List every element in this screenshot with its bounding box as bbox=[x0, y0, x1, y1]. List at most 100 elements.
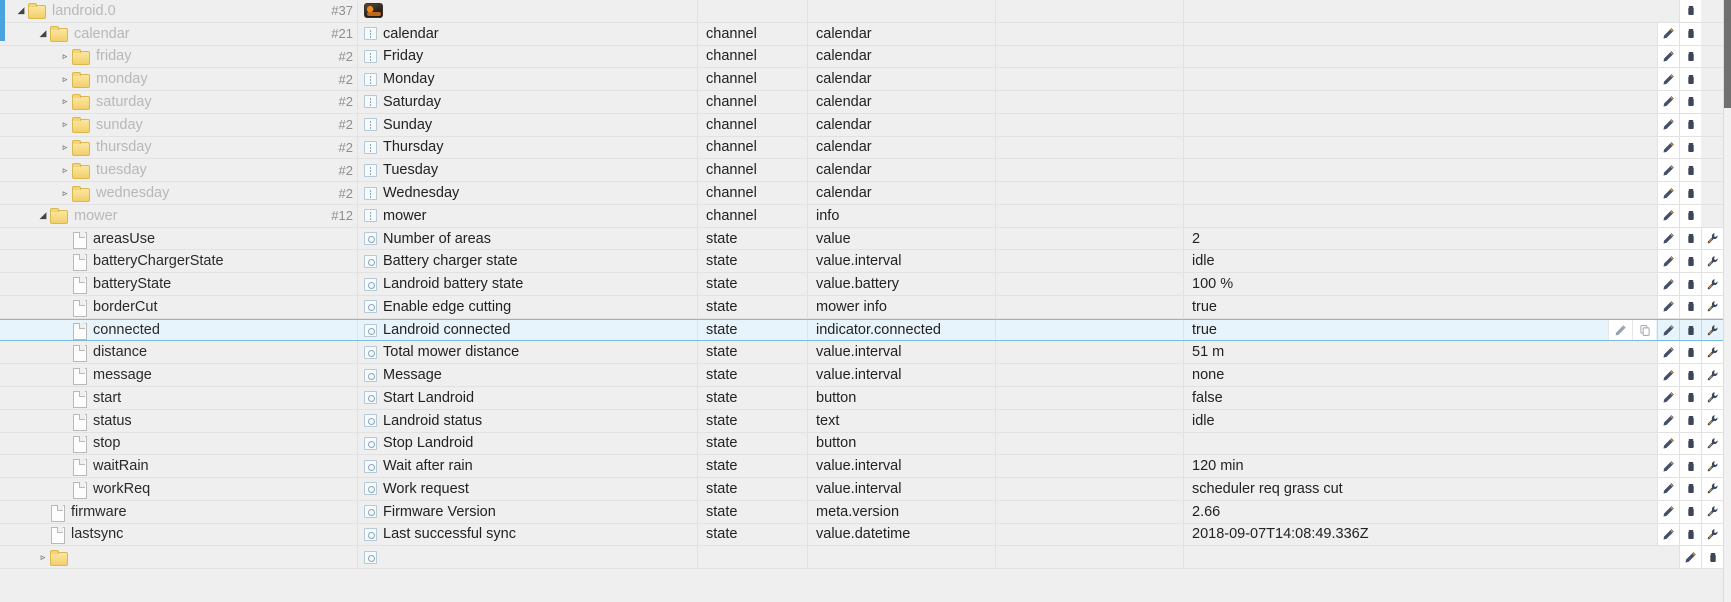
edit-object-button[interactable] bbox=[1657, 409, 1679, 432]
settings-object-button[interactable] bbox=[1701, 523, 1723, 546]
table-row[interactable]: batteryState Landroid battery state state v… bbox=[0, 273, 1723, 296]
table-row[interactable]: ◢ calendar #21 calendar channel calendar bbox=[0, 22, 1723, 46]
chevron-down-icon[interactable]: ◢ bbox=[36, 205, 50, 227]
edit-object-button[interactable] bbox=[1657, 91, 1679, 113]
edit-object-button[interactable] bbox=[1657, 455, 1679, 478]
table-row[interactable]: waitRain Wait after rain state value.interv… bbox=[0, 455, 1723, 479]
settings-object-button[interactable] bbox=[1701, 432, 1723, 455]
table-row[interactable]: stop Stop Landroid state button bbox=[0, 432, 1723, 456]
edit-object-button[interactable] bbox=[1657, 45, 1679, 68]
edit-object-button[interactable] bbox=[1657, 273, 1679, 295]
edit-object-button[interactable] bbox=[1657, 478, 1679, 500]
delete-object-button[interactable] bbox=[1701, 546, 1723, 569]
delete-object-button[interactable] bbox=[1679, 113, 1701, 136]
delete-object-button[interactable] bbox=[1679, 341, 1701, 364]
table-row[interactable]: firmware Firmware Version state meta.versio… bbox=[0, 500, 1723, 524]
delete-object-button[interactable] bbox=[1679, 91, 1701, 113]
table-row[interactable]: batteryChargerState Battery charger state… bbox=[0, 250, 1723, 274]
delete-object-button[interactable] bbox=[1679, 0, 1701, 22]
delete-object-button[interactable] bbox=[1679, 432, 1701, 455]
delete-object-button[interactable] bbox=[1679, 22, 1701, 45]
delete-object-button[interactable] bbox=[1679, 227, 1701, 250]
edit-object-button[interactable] bbox=[1679, 546, 1701, 569]
edit-object-button[interactable] bbox=[1657, 500, 1679, 523]
delete-object-button[interactable] bbox=[1679, 364, 1701, 387]
table-row[interactable]: workReq Work request state value.interval sc… bbox=[0, 478, 1723, 501]
chevron-right-icon[interactable]: ▹ bbox=[58, 137, 72, 159]
delete-object-button[interactable] bbox=[1679, 136, 1701, 159]
delete-object-button[interactable] bbox=[1679, 159, 1701, 182]
delete-object-button[interactable] bbox=[1679, 523, 1701, 546]
settings-object-button[interactable] bbox=[1701, 341, 1723, 364]
edit-object-button[interactable] bbox=[1657, 22, 1679, 45]
table-row[interactable]: ▹ wednesday #2 Wednesday channel calendar bbox=[0, 182, 1723, 205]
edit-object-button[interactable] bbox=[1657, 523, 1679, 546]
chevron-right-icon[interactable]: ▹ bbox=[58, 182, 72, 204]
edit-object-button[interactable] bbox=[1657, 295, 1679, 318]
edit-object-button[interactable] bbox=[1657, 182, 1679, 204]
chevron-right-icon[interactable]: ▹ bbox=[58, 46, 72, 68]
delete-object-button[interactable] bbox=[1679, 478, 1701, 500]
delete-object-button[interactable] bbox=[1679, 45, 1701, 68]
chevron-down-icon[interactable]: ◢ bbox=[14, 0, 28, 22]
scrollbar-thumb[interactable] bbox=[1724, 0, 1731, 108]
delete-object-button[interactable] bbox=[1679, 409, 1701, 432]
table-row-partial[interactable]: ▹ bbox=[0, 546, 1723, 570]
settings-object-button[interactable] bbox=[1701, 387, 1723, 409]
table-row[interactable]: status Landroid status state text idle bbox=[0, 409, 1723, 433]
edit-object-button[interactable] bbox=[1657, 341, 1679, 364]
table-row[interactable]: ◢ mower #12 mower channel info bbox=[0, 204, 1723, 228]
settings-object-button[interactable] bbox=[1701, 295, 1723, 318]
table-row[interactable]: distance Total mower distance state value.i… bbox=[0, 341, 1723, 365]
delete-object-button[interactable] bbox=[1679, 455, 1701, 478]
delete-object-button[interactable] bbox=[1679, 319, 1701, 341]
edit-object-button[interactable] bbox=[1657, 204, 1679, 227]
edit-object-button[interactable] bbox=[1657, 227, 1679, 250]
table-row[interactable]: borderCut Enable edge cutting state mower i… bbox=[0, 295, 1723, 319]
table-row[interactable]: areasUse Number of areas state value 2 bbox=[0, 227, 1723, 251]
edit-object-button[interactable] bbox=[1657, 364, 1679, 387]
settings-object-button[interactable] bbox=[1701, 455, 1723, 478]
chevron-right-icon[interactable]: ▹ bbox=[58, 91, 72, 113]
edit-object-button[interactable] bbox=[1657, 113, 1679, 136]
table-row[interactable]: ▹ monday #2 Monday channel calendar bbox=[0, 68, 1723, 92]
edit-object-button[interactable] bbox=[1657, 136, 1679, 159]
edit-object-button[interactable] bbox=[1657, 319, 1679, 341]
settings-object-button[interactable] bbox=[1701, 364, 1723, 387]
table-row[interactable]: ▹ sunday #2 Sunday channel calendar bbox=[0, 113, 1723, 137]
settings-object-button[interactable] bbox=[1701, 319, 1723, 341]
chevron-down-icon[interactable]: ◢ bbox=[36, 23, 50, 45]
copy-value-icon[interactable] bbox=[1632, 319, 1656, 341]
table-row[interactable]: lastsync Last successful sync state value.d… bbox=[0, 523, 1723, 547]
table-row[interactable]: connected Landroid connected state indicato… bbox=[0, 318, 1723, 342]
table-row[interactable]: ▹ saturday #2 Saturday channel calendar bbox=[0, 91, 1723, 114]
vertical-scrollbar[interactable] bbox=[1723, 0, 1731, 602]
edit-value-icon[interactable] bbox=[1608, 319, 1632, 341]
settings-object-button[interactable] bbox=[1701, 500, 1723, 523]
table-row[interactable]: ▹ friday #2 Friday channel calendar bbox=[0, 45, 1723, 69]
edit-object-button[interactable] bbox=[1657, 250, 1679, 273]
delete-object-button[interactable] bbox=[1679, 182, 1701, 204]
settings-object-button[interactable] bbox=[1701, 409, 1723, 432]
edit-object-button[interactable] bbox=[1657, 159, 1679, 182]
delete-object-button[interactable] bbox=[1679, 68, 1701, 91]
chevron-right-icon[interactable]: ▹ bbox=[58, 159, 72, 181]
table-row[interactable]: ▹ tuesday #2 Tuesday channel calendar bbox=[0, 159, 1723, 183]
delete-object-button[interactable] bbox=[1679, 204, 1701, 227]
table-row[interactable]: message Message state value.interval none bbox=[0, 364, 1723, 388]
table-row[interactable]: ◢ landroid.0 #37 bbox=[0, 0, 1723, 23]
chevron-right-icon[interactable]: ▹ bbox=[36, 546, 50, 568]
delete-object-button[interactable] bbox=[1679, 500, 1701, 523]
delete-object-button[interactable] bbox=[1679, 295, 1701, 318]
edit-object-button[interactable] bbox=[1657, 432, 1679, 455]
settings-object-button[interactable] bbox=[1701, 478, 1723, 500]
table-row[interactable]: ▹ thursday #2 Thursday channel calendar bbox=[0, 136, 1723, 160]
settings-object-button[interactable] bbox=[1701, 227, 1723, 250]
chevron-right-icon[interactable]: ▹ bbox=[58, 68, 72, 90]
settings-object-button[interactable] bbox=[1701, 250, 1723, 273]
chevron-right-icon[interactable]: ▹ bbox=[58, 114, 72, 136]
edit-object-button[interactable] bbox=[1657, 68, 1679, 91]
table-row[interactable]: start Start Landroid state button false bbox=[0, 387, 1723, 410]
delete-object-button[interactable] bbox=[1679, 387, 1701, 409]
settings-object-button[interactable] bbox=[1701, 273, 1723, 295]
